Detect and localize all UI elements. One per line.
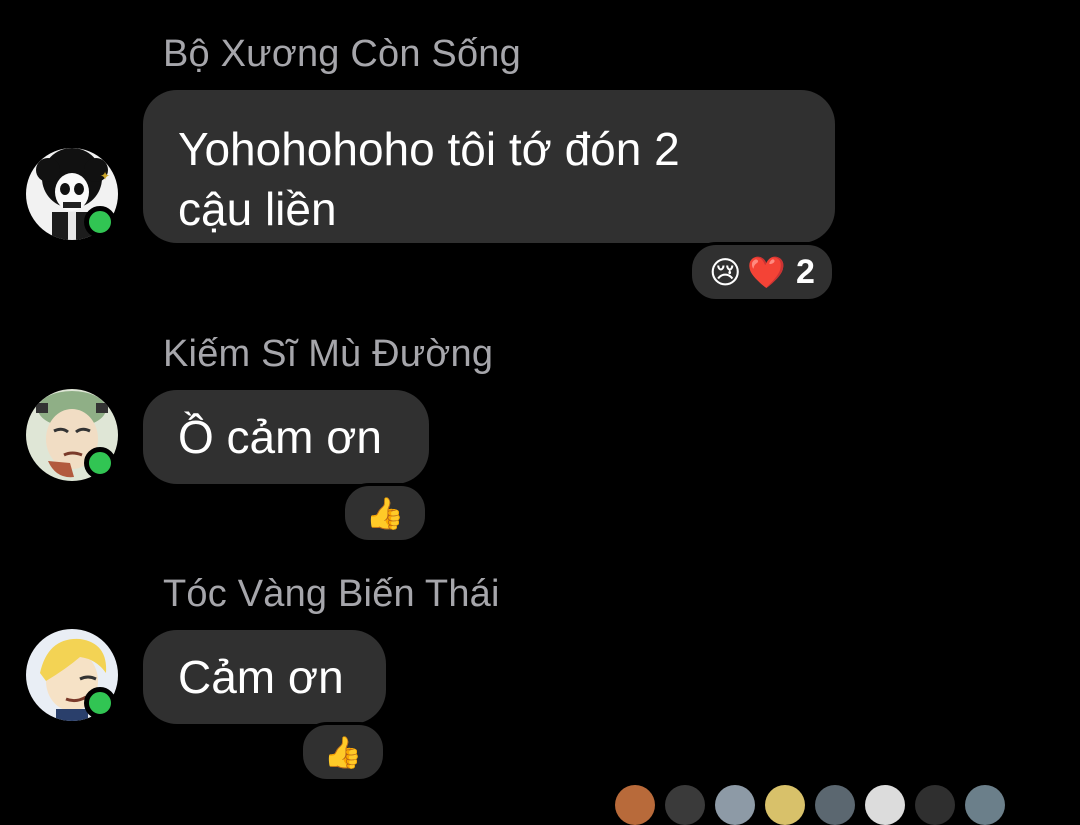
- reaction-badge[interactable]: 😢 ❤️ 2: [689, 242, 835, 302]
- avatar[interactable]: [26, 629, 118, 721]
- seen-avatar-icon: [765, 785, 805, 825]
- heart-reaction-icon: ❤️: [747, 254, 786, 290]
- avatar[interactable]: ✦: [26, 148, 118, 240]
- seen-avatar-icon: [715, 785, 755, 825]
- message-bubble[interactable]: Ồ cảm ơn: [143, 390, 429, 484]
- reaction-badge[interactable]: 👍: [342, 483, 428, 543]
- seen-avatar-icon: [815, 785, 855, 825]
- message-text: Cảm ơn: [178, 651, 344, 703]
- message-text: Yohohohoho tôi tớ đón 2: [178, 123, 680, 175]
- message-text: Ồ cảm ơn: [178, 411, 382, 463]
- sender-name[interactable]: Tóc Vàng Biến Thái: [163, 573, 500, 616]
- thumbs-up-reaction-icon: 👍: [323, 734, 363, 770]
- avatar[interactable]: [26, 389, 118, 481]
- seen-avatar-icon: [665, 785, 705, 825]
- message-text: cậu liền: [178, 183, 337, 235]
- sender-name[interactable]: Kiếm Sĩ Mù Đường: [163, 333, 493, 376]
- online-status-dot: [84, 687, 116, 719]
- svg-text:✦: ✦: [100, 169, 110, 183]
- reaction-badge[interactable]: 👍: [300, 722, 386, 782]
- thumbs-up-reaction-icon: 👍: [365, 495, 405, 531]
- online-status-dot: [84, 206, 116, 238]
- seen-avatar-icon: [915, 785, 955, 825]
- seen-by-avatars[interactable]: [600, 785, 1080, 825]
- seen-avatar-icon: [615, 785, 655, 825]
- seen-avatar-icon: [965, 785, 1005, 825]
- online-status-dot: [84, 447, 116, 479]
- seen-avatar-icon: [865, 785, 905, 825]
- message-bubble[interactable]: Cảm ơn: [143, 630, 386, 724]
- sender-name[interactable]: Bộ Xương Còn Sống: [163, 33, 521, 76]
- message-bubble[interactable]: Yohohohoho tôi tớ đón 2 cậu liền: [143, 90, 835, 243]
- reaction-count: 2: [796, 252, 815, 291]
- crying-face-reaction-icon: 😢: [709, 254, 742, 290]
